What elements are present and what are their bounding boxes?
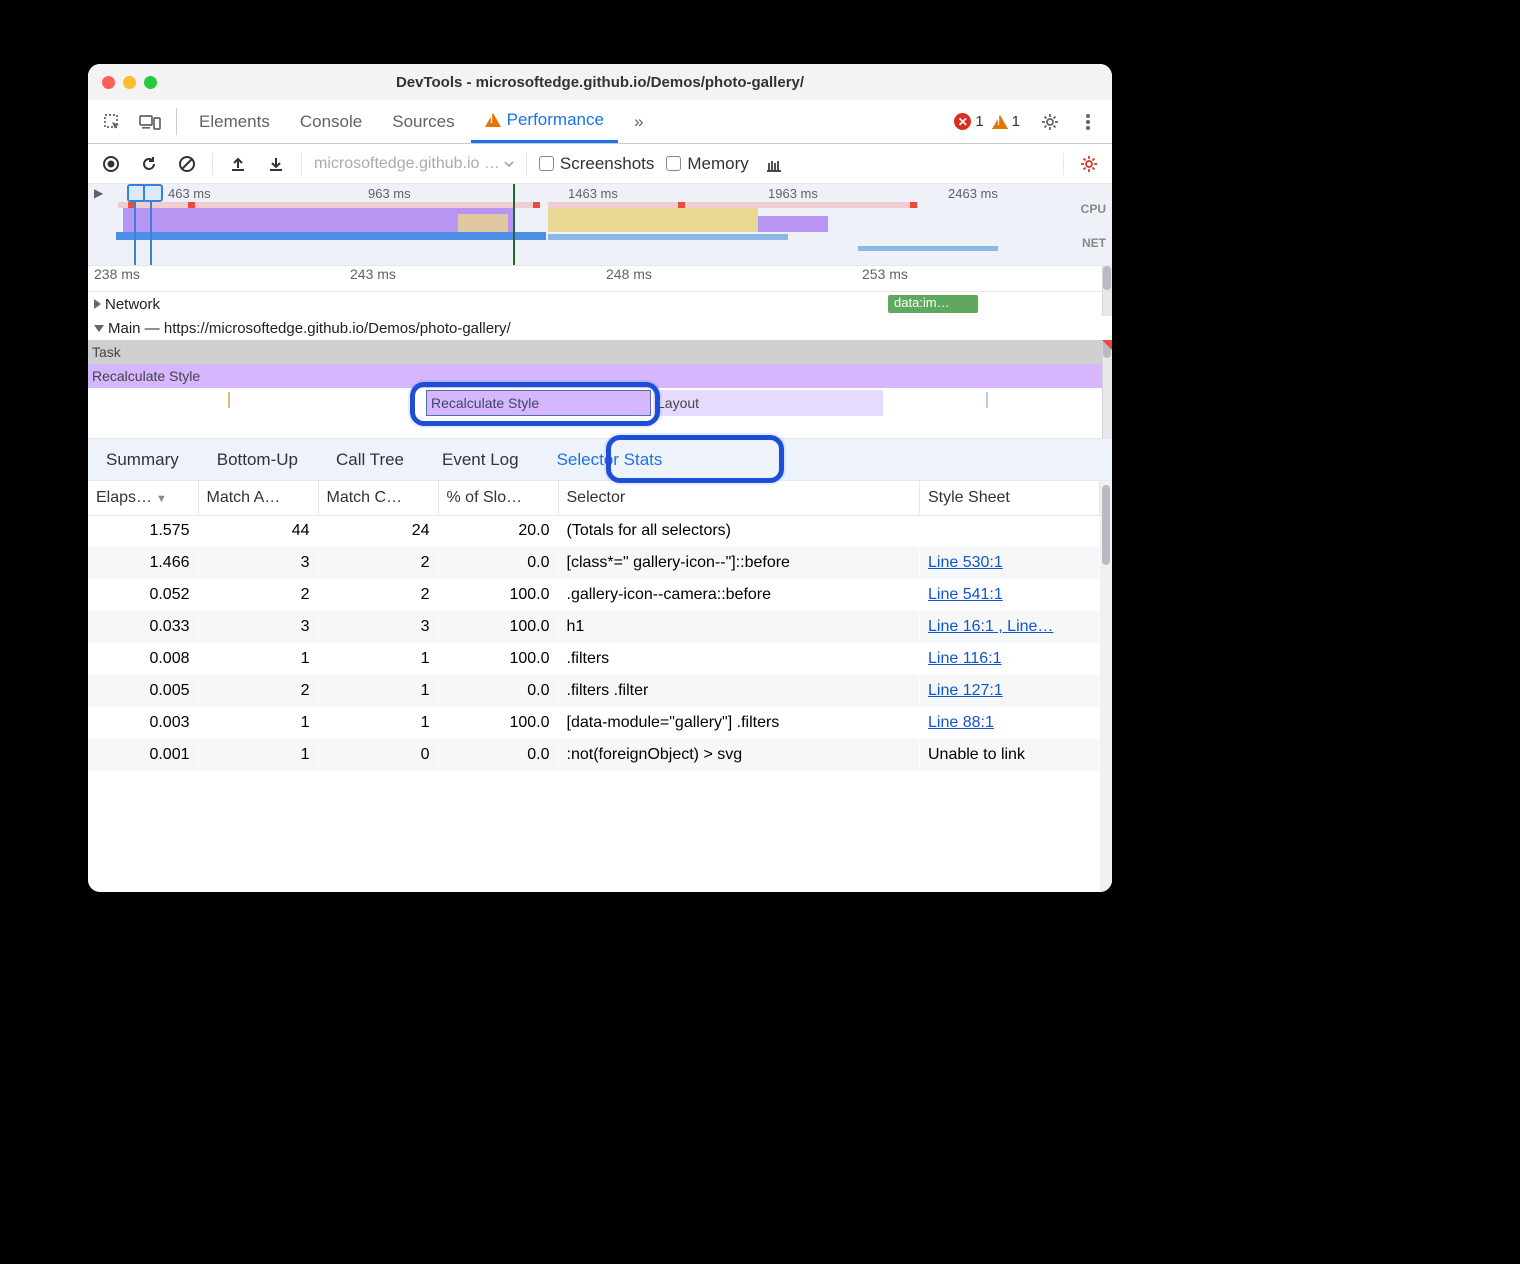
record-icon[interactable] [98, 151, 124, 177]
error-icon: ✕ [954, 113, 971, 130]
table-row[interactable]: 0.05222100.0.gallery-icon--camera::befor… [88, 579, 1100, 611]
long-task-icon [1102, 340, 1112, 350]
tab-bar: Elements Console Sources Performance » ✕… [88, 100, 1112, 144]
col-pct[interactable]: % of Slo… [438, 481, 558, 515]
tab-bottom-up[interactable]: Bottom-Up [209, 444, 306, 476]
table-row[interactable]: 0.005210.0.filters .filterLine 127:1 [88, 675, 1100, 707]
network-track[interactable]: Network data:im… [88, 292, 1112, 316]
col-match-count[interactable]: Match C… [318, 481, 438, 515]
download-icon[interactable] [263, 151, 289, 177]
close-icon[interactable] [102, 76, 115, 89]
col-match-attempts[interactable]: Match A… [198, 481, 318, 515]
scope-dropdown[interactable]: microsoftedge.github.io … [314, 155, 514, 173]
details-tabs: Summary Bottom-Up Call Tree Event Log Se… [88, 439, 1112, 481]
device-icon[interactable] [132, 100, 168, 143]
perf-toolbar: microsoftedge.github.io … Screenshots Me… [88, 144, 1112, 184]
tab-console[interactable]: Console [286, 100, 376, 143]
table-row[interactable]: 1.466320.0[class*=" gallery-icon--"]::be… [88, 547, 1100, 579]
warning-icon [992, 115, 1008, 129]
stylesheet-link[interactable]: Line 16:1 , Line… [928, 618, 1053, 635]
window-title: DevTools - microsoftedge.github.io/Demos… [88, 74, 1112, 91]
chevron-right-icon[interactable]: ▶ [94, 186, 103, 200]
recalc-style-block[interactable]: Recalculate Style [426, 390, 651, 416]
settings-icon[interactable] [1032, 100, 1068, 143]
warning-badge[interactable]: 1 [992, 100, 1020, 143]
stylesheet-link[interactable]: Line 127:1 [928, 682, 1003, 699]
tab-elements[interactable]: Elements [185, 100, 284, 143]
recalc-row[interactable]: Recalculate Style [88, 364, 1112, 388]
detail-row[interactable]: Recalculate Style Layout [88, 388, 1112, 418]
capture-settings-icon[interactable] [1076, 151, 1102, 177]
stylesheet-link[interactable]: Line 530:1 [928, 554, 1003, 571]
titlebar: DevTools - microsoftedge.github.io/Demos… [88, 64, 1112, 100]
stylesheet-link[interactable]: Line 541:1 [928, 586, 1003, 603]
sort-desc-icon: ▼ [156, 493, 167, 505]
upload-icon[interactable] [225, 151, 251, 177]
reload-icon[interactable] [136, 151, 162, 177]
checkbox-icon [539, 156, 554, 171]
tab-summary[interactable]: Summary [98, 444, 187, 476]
scrollbar-vertical[interactable] [1100, 481, 1112, 892]
stylesheet-link[interactable]: Line 88:1 [928, 714, 994, 731]
main-track-header[interactable]: Main — https://microsoftedge.github.io/D… [88, 316, 1112, 340]
selector-stats-table: Elaps…▼ Match A… Match C… % of Slo… Sele… [88, 481, 1112, 892]
playhead[interactable] [513, 184, 515, 265]
range-handle-left[interactable] [134, 184, 136, 265]
chevron-down-icon [94, 325, 104, 332]
flame-chart[interactable]: 238 ms 243 ms 248 ms 253 ms Network data… [88, 266, 1112, 439]
warning-icon [485, 113, 501, 127]
devtools-window: DevTools - microsoftedge.github.io/Demos… [88, 64, 1112, 892]
memory-toggle[interactable]: Memory [666, 154, 748, 174]
col-stylesheet[interactable]: Style Sheet [920, 481, 1100, 515]
kebab-icon[interactable] [1070, 100, 1106, 143]
tab-call-tree[interactable]: Call Tree [328, 444, 412, 476]
stylesheet-link[interactable]: Line 116:1 [928, 650, 1002, 667]
tab-event-log[interactable]: Event Log [434, 444, 527, 476]
minimize-icon[interactable] [123, 76, 136, 89]
table-row[interactable]: 0.00811100.0.filtersLine 116:1 [88, 643, 1100, 675]
range-handle-right[interactable] [150, 184, 152, 265]
tab-sources[interactable]: Sources [378, 100, 468, 143]
col-elapsed[interactable]: Elaps…▼ [88, 481, 198, 515]
checkbox-icon [666, 156, 681, 171]
traffic-lights [88, 76, 157, 89]
tab-performance[interactable]: Performance [471, 100, 618, 143]
table-row[interactable]: 0.03333100.0h1Line 16:1 , Line… [88, 611, 1100, 643]
collect-garbage-icon[interactable] [761, 151, 787, 177]
timeline-overview[interactable]: ▶ 463 ms 963 ms 1463 ms 1963 ms 2463 ms … [88, 184, 1112, 266]
error-badge[interactable]: ✕ 1 [954, 100, 983, 143]
table-row[interactable]: 0.00311100.0[data-module="gallery"] .fil… [88, 707, 1100, 739]
table-row[interactable]: 1.575442420.0(Totals for all selectors) [88, 515, 1100, 547]
table-header-row: Elaps…▼ Match A… Match C… % of Slo… Sele… [88, 481, 1100, 515]
network-chip[interactable]: data:im… [888, 295, 978, 313]
inspect-icon[interactable] [94, 100, 130, 143]
task-row[interactable]: Task [88, 340, 1112, 364]
screenshots-toggle[interactable]: Screenshots [539, 154, 655, 174]
tab-selector-stats[interactable]: Selector Stats [549, 444, 671, 476]
chevron-down-icon [504, 161, 514, 167]
time-ruler: 238 ms 243 ms 248 ms 253 ms [88, 266, 1112, 292]
col-selector[interactable]: Selector [558, 481, 920, 515]
zoom-icon[interactable] [144, 76, 157, 89]
layout-block[interactable]: Layout [653, 390, 883, 416]
clear-icon[interactable] [174, 151, 200, 177]
tab-more[interactable]: » [620, 100, 657, 143]
chevron-right-icon [94, 299, 101, 309]
table-row[interactable]: 0.001100.0:not(foreignObject) > svgUnabl… [88, 739, 1100, 771]
